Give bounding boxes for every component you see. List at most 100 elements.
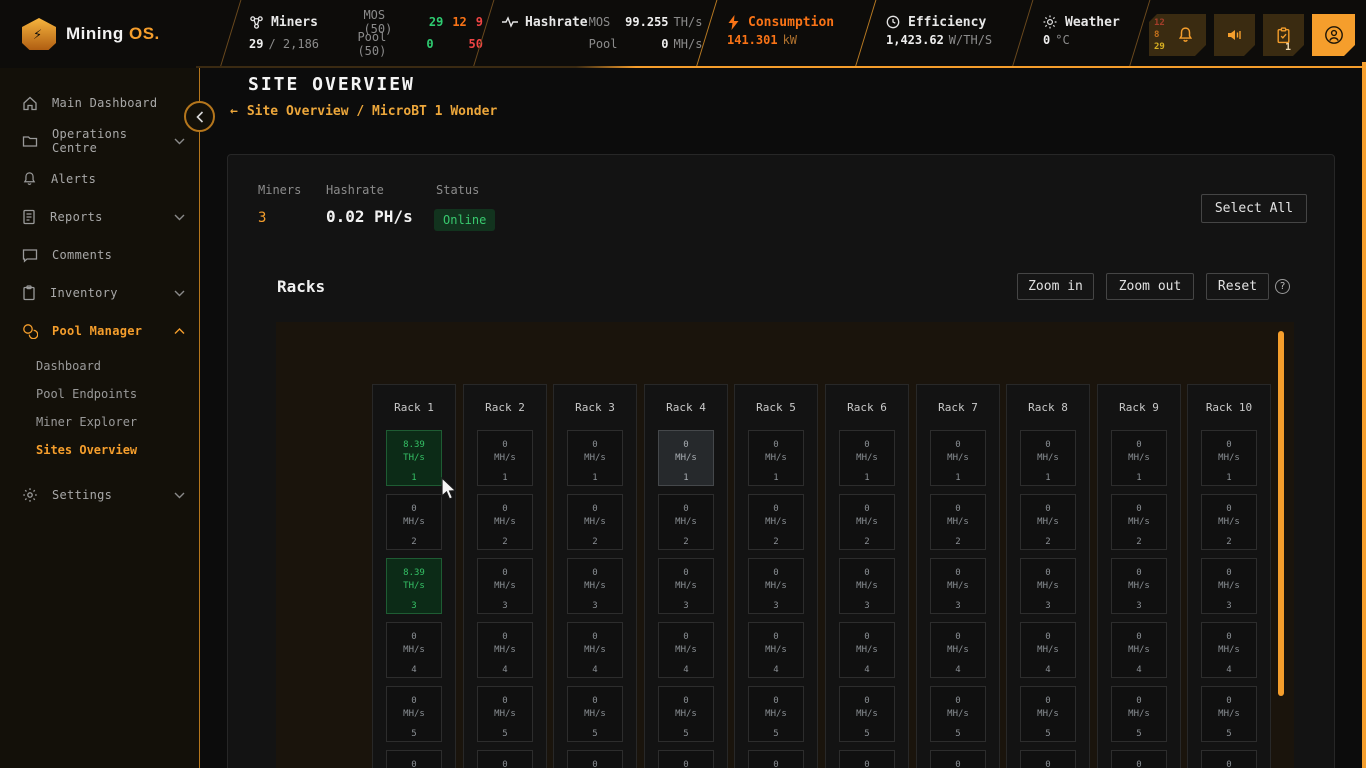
rack-cell[interactable]: 0MH/s1 (748, 430, 804, 486)
sidebar-collapse-button[interactable] (184, 101, 215, 132)
app-root: Mining OS. Miners MOS (50) 29 12 9 (0, 0, 1366, 768)
sidebar-item-reports[interactable]: Reports (0, 198, 199, 236)
rack-cell[interactable]: 8.39TH/s3 (386, 558, 442, 614)
rack-cell[interactable]: 0MH/s3 (748, 558, 804, 614)
rack-cell[interactable]: 0MH/s3 (567, 558, 623, 614)
zoom-in-button[interactable]: Zoom in (1017, 273, 1094, 300)
rack-cell[interactable]: 0MH/s2 (386, 494, 442, 550)
mute-button[interactable] (1214, 14, 1255, 56)
rack-cell[interactable]: 0MH/s1 (567, 430, 623, 486)
submenu-item-pool-endpoints[interactable]: Pool Endpoints (0, 380, 199, 408)
rack-cell[interactable]: 0MH/s2 (1020, 494, 1076, 550)
rack-cell[interactable]: 0MH/s4 (839, 622, 895, 678)
rack-cell[interactable]: 0MH/s6 (658, 750, 714, 768)
rack-cell[interactable]: 0MH/s5 (839, 686, 895, 742)
rack-cell[interactable]: 0MH/s5 (1201, 686, 1257, 742)
rack-cell[interactable]: 0MH/s4 (1020, 622, 1076, 678)
rack-cell[interactable]: 0MH/s4 (477, 622, 533, 678)
rack-label: Rack 9 (1098, 385, 1180, 430)
rack-cell[interactable]: 0MH/s2 (839, 494, 895, 550)
rack-cell[interactable]: 0MH/s3 (1020, 558, 1076, 614)
racks-vertical-scrollbar[interactable] (1278, 331, 1284, 696)
rack-cell[interactable]: 8.39TH/s1 (386, 430, 442, 486)
submenu-item-miner-explorer[interactable]: Miner Explorer (0, 408, 199, 436)
rack-cell[interactable]: 0MH/s2 (930, 494, 986, 550)
help-icon[interactable]: ? (1275, 279, 1290, 294)
bell-icon (1177, 26, 1194, 44)
rack-cell[interactable]: 0MH/s1 (1201, 430, 1257, 486)
rack-cell[interactable]: 0MH/s2 (658, 494, 714, 550)
rack-cell[interactable]: 0MH/s5 (930, 686, 986, 742)
hashrate-title: Hashrate (525, 15, 588, 30)
rack-cell[interactable]: 0MH/s6 (930, 750, 986, 768)
back-arrow-icon[interactable]: ← (230, 104, 238, 119)
rack-label: Rack 6 (826, 385, 908, 430)
alerts-bell-button[interactable]: 12 8 29 (1149, 14, 1206, 56)
select-all-button[interactable]: Select All (1201, 194, 1307, 223)
rack-cell[interactable]: 0MH/s6 (477, 750, 533, 768)
clipboard-check-icon (1276, 27, 1291, 44)
rack-cell[interactable]: 0MH/s5 (386, 686, 442, 742)
sidebar-item-settings[interactable]: Settings (0, 476, 199, 514)
rack-cell[interactable]: 0MH/s6 (1201, 750, 1257, 768)
rack-cell[interactable]: 0MH/s3 (477, 558, 533, 614)
sidebar-item-inventory[interactable]: Inventory (0, 274, 199, 312)
rack-cell[interactable]: 0MH/s4 (930, 622, 986, 678)
rack-cell[interactable]: 0MH/s4 (1201, 622, 1257, 678)
rack-label: Rack 7 (917, 385, 999, 430)
sidebar-item-main-dashboard[interactable]: Main Dashboard (0, 84, 199, 122)
logo-icon (22, 18, 56, 50)
rack-cell[interactable]: 0MH/s2 (748, 494, 804, 550)
rack-cell[interactable]: 0MH/s2 (1201, 494, 1257, 550)
rack-label: Rack 10 (1188, 385, 1270, 430)
rack-cell[interactable]: 0MH/s4 (386, 622, 442, 678)
sidebar-item-operations-centre[interactable]: Operations Centre (0, 122, 199, 160)
tasks-button[interactable]: 1 (1263, 14, 1304, 56)
zoom-out-button[interactable]: Zoom out (1106, 273, 1194, 300)
rack-label: Rack 4 (645, 385, 727, 430)
rack-cell[interactable]: 0MH/s1 (658, 430, 714, 486)
rack-cell[interactable]: 0MH/s6 (386, 750, 442, 768)
rack-cell[interactable]: 0MH/s6 (1111, 750, 1167, 768)
rack-cell[interactable]: 0MH/s3 (930, 558, 986, 614)
rack-cell[interactable]: 0MH/s1 (477, 430, 533, 486)
rack-cell[interactable]: 0MH/s5 (658, 686, 714, 742)
rack-cell[interactable]: 0MH/s3 (839, 558, 895, 614)
efficiency-clock-icon (886, 15, 900, 29)
reset-button[interactable]: Reset (1206, 273, 1269, 300)
rack-cell[interactable]: 0MH/s4 (748, 622, 804, 678)
rack-cell[interactable]: 0MH/s4 (658, 622, 714, 678)
sidebar-item-pool-manager[interactable]: Pool Manager (0, 312, 199, 350)
submenu-item-sites-overview[interactable]: Sites Overview (0, 436, 199, 464)
rack-cell[interactable]: 0MH/s1 (930, 430, 986, 486)
rack-cell[interactable]: 0MH/s6 (748, 750, 804, 768)
rack-cell[interactable]: 0MH/s3 (1111, 558, 1167, 614)
consumption-bolt-icon (727, 15, 740, 30)
rack-cell[interactable]: 0MH/s5 (567, 686, 623, 742)
rack-cell[interactable]: 0MH/s3 (1201, 558, 1257, 614)
rack-cell[interactable]: 0MH/s5 (1111, 686, 1167, 742)
rack-cell[interactable]: 0MH/s1 (1111, 430, 1167, 486)
rack-cell[interactable]: 0MH/s1 (1020, 430, 1076, 486)
rack-cell[interactable]: 0MH/s4 (567, 622, 623, 678)
rack-cell[interactable]: 0MH/s5 (748, 686, 804, 742)
rack-cell[interactable]: 0MH/s5 (477, 686, 533, 742)
rack-column: Rack 40MH/s1 0MH/s2 0MH/s3 0MH/s4 0MH/s5 0MH/… (644, 384, 728, 768)
rack-cell[interactable]: 0MH/s4 (1111, 622, 1167, 678)
rack-cell[interactable]: 0MH/s6 (1020, 750, 1076, 768)
sidebar-item-alerts[interactable]: Alerts (0, 160, 199, 198)
breadcrumb[interactable]: ← Site Overview / MicroBT 1 Wonder (230, 104, 497, 119)
rack-cell[interactable]: 0MH/s3 (658, 558, 714, 614)
logo[interactable]: Mining OS. (0, 0, 230, 68)
rack-cell[interactable]: 0MH/s6 (567, 750, 623, 768)
submenu-item-dashboard[interactable]: Dashboard (0, 352, 199, 380)
rack-cell[interactable]: 0MH/s5 (1020, 686, 1076, 742)
sidebar-item-comments[interactable]: Comments (0, 236, 199, 274)
rack-cell[interactable]: 0MH/s6 (839, 750, 895, 768)
account-button[interactable] (1312, 14, 1355, 56)
rack-cell[interactable]: 0MH/s2 (477, 494, 533, 550)
rack-cell[interactable]: 0MH/s1 (839, 430, 895, 486)
rack-cell[interactable]: 0MH/s2 (567, 494, 623, 550)
page-scrollbar[interactable] (1362, 62, 1366, 768)
rack-cell[interactable]: 0MH/s2 (1111, 494, 1167, 550)
